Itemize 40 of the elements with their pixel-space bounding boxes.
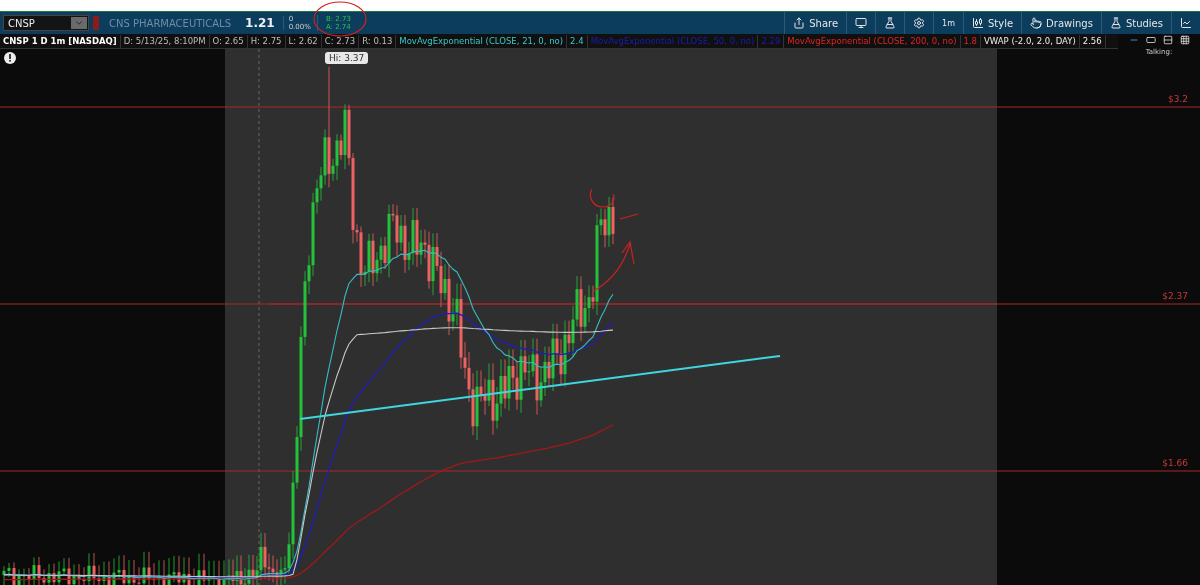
arrow-annotation [593,240,635,292]
alert-icon[interactable] [4,52,16,64]
study-label: R: 0.13 [359,34,397,48]
study-label: 1.8 [960,34,982,48]
pointer-hand-icon [1030,17,1043,29]
candlestick [193,568,195,585]
rows-layout-icon[interactable] [1162,35,1173,45]
study-label: 2.56 [1079,34,1106,48]
study-label: VWAP (-2.0, 2.0, DAY) [981,34,1080,48]
study-label: D: 5/13/25, 8:10PM [120,34,210,48]
study-label: O: 2.65 [209,34,248,48]
high-price-label: Hi: 3.37 [325,52,369,64]
flask-icon [884,17,897,29]
line-chart-icon [1180,17,1192,29]
circle-annotation [313,1,367,37]
study-label: C: 2.73 [321,34,360,48]
study-label: CNSP 1 D 1m [NASDAQ] [0,34,121,48]
monitor-icon [855,17,868,29]
settings-icon [913,17,926,29]
last-price: 1.21 [245,16,284,30]
symbol-field[interactable]: CNSP [3,15,89,31]
mark-annotation [619,213,639,220]
study-label: 2.4 [567,34,588,48]
study-label: 2.29 [758,34,785,48]
circle-annotation [589,188,615,208]
flask-icon [1109,17,1122,29]
share-icon [793,17,806,29]
company-name: CNS PHARMACEUTICALS [109,17,232,29]
study-label: L: 2.62 [285,34,322,48]
rectangle-layout-icon[interactable] [1145,35,1156,45]
grid-layout-icon[interactable] [1179,35,1190,45]
price-level-label: $3.2 [1167,94,1188,104]
price-level-label: $2.37 [1162,291,1188,301]
study-label: MovAvgExponential (CLOSE, 21, 0, no) [396,34,568,48]
study-label: MovAvgExponential (CLOSE, 50, 0, no) [587,34,759,48]
price-level-label: $1.66 [1162,458,1188,468]
candlestick-icon [971,17,984,29]
study-label: MovAvgExponential (CLOSE, 200, 0, no) [784,34,961,48]
caret-icon [74,18,84,28]
study-label: H: 2.75 [247,34,286,48]
